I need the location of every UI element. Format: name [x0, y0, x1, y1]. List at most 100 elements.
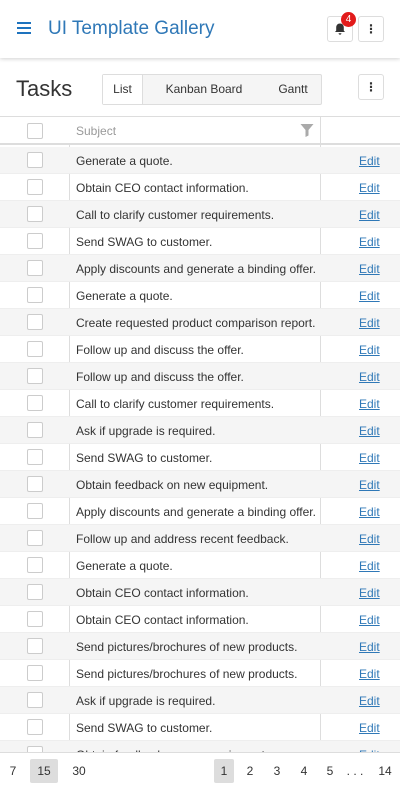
more-vertical-icon: ⋮ [365, 80, 377, 94]
subject-cell: Generate a quote. [76, 559, 173, 573]
row-checkbox[interactable] [27, 449, 43, 465]
row-checkbox[interactable] [27, 665, 43, 681]
edit-link[interactable]: Edit [359, 640, 380, 654]
table-row[interactable]: Create requested product comparison repo… [0, 309, 400, 336]
page-14-button[interactable]: 14 [374, 759, 396, 783]
table-row[interactable]: Ask if upgrade is required. Edit [0, 417, 400, 444]
subject-cell: Generate a quote. [76, 289, 173, 303]
row-checkbox[interactable] [27, 476, 43, 492]
row-checkbox[interactable] [27, 206, 43, 222]
subject-cell: Send pictures/brochures of new products. [76, 667, 298, 681]
edit-link[interactable]: Edit [359, 370, 380, 384]
edit-link[interactable]: Edit [359, 613, 380, 627]
row-checkbox[interactable] [27, 638, 43, 654]
subject-cell: Obtain CEO contact information. [76, 613, 249, 627]
table-row[interactable]: Send pictures/brochures of new products.… [0, 633, 400, 660]
edit-link[interactable]: Edit [359, 505, 380, 519]
more-vertical-icon: ⋮ [365, 22, 377, 36]
edit-link[interactable]: Edit [359, 343, 380, 357]
edit-link[interactable]: Edit [359, 397, 380, 411]
row-checkbox[interactable] [27, 152, 43, 168]
edit-link[interactable]: Edit [359, 721, 380, 735]
row-checkbox[interactable] [27, 341, 43, 357]
app-bar: UI Template Gallery 4 ⋮ [0, 0, 400, 58]
table-row[interactable]: Ask if upgrade is required. Edit [0, 687, 400, 714]
row-checkbox[interactable] [27, 503, 43, 519]
row-checkbox[interactable] [27, 395, 43, 411]
table-row[interactable]: Send SWAG to customer. Edit [0, 228, 400, 255]
edit-link[interactable]: Edit [359, 451, 380, 465]
table-row[interactable]: Send pictures/brochures of new products.… [0, 660, 400, 687]
row-checkbox[interactable] [27, 314, 43, 330]
edit-link[interactable]: Edit [359, 208, 380, 222]
more-options-button[interactable]: ⋮ [358, 16, 384, 42]
table-row[interactable]: Follow up and address recent feedback. Ed… [0, 525, 400, 552]
table-row[interactable]: Apply discounts and generate a binding o… [0, 498, 400, 525]
table-row[interactable]: Send SWAG to customer. Edit [0, 714, 400, 741]
subject-cell: Obtain feedback on new equipment. [76, 478, 269, 492]
row-checkbox[interactable] [27, 611, 43, 627]
subject-cell: Obtain CEO contact information. [76, 586, 249, 600]
edit-link[interactable]: Edit [359, 316, 380, 330]
row-checkbox[interactable] [27, 233, 43, 249]
table-row[interactable]: Call to clarify customer requirements. Ed… [0, 201, 400, 228]
page-4-button[interactable]: 4 [295, 759, 313, 783]
edit-link[interactable]: Edit [359, 181, 380, 195]
row-checkbox[interactable] [27, 179, 43, 195]
page-title: Tasks [16, 76, 73, 101]
edit-link[interactable]: Edit [359, 667, 380, 681]
row-checkbox[interactable] [27, 692, 43, 708]
page-5-button[interactable]: 5 [321, 759, 339, 783]
edit-link[interactable]: Edit [359, 235, 380, 249]
table-row[interactable]: Obtain feedback on new equipment. Edit [0, 471, 400, 498]
table-row[interactable]: Obtain CEO contact information. Edit [0, 606, 400, 633]
page-3-button[interactable]: 3 [268, 759, 286, 783]
subject-column-header[interactable]: Subject [76, 124, 116, 138]
edit-link[interactable]: Edit [359, 694, 380, 708]
subject-cell: Generate a quote. [76, 154, 173, 168]
edit-link[interactable]: Edit [359, 532, 380, 546]
tab-list[interactable]: List [103, 75, 143, 104]
table-row[interactable]: Apply discounts and generate a binding o… [0, 255, 400, 282]
row-checkbox[interactable] [27, 557, 43, 573]
toolbar-more-button[interactable]: ⋮ [358, 74, 384, 100]
row-checkbox[interactable] [27, 368, 43, 384]
table-row[interactable]: Generate a quote. Edit [0, 282, 400, 309]
row-checkbox[interactable] [27, 584, 43, 600]
table-row[interactable]: Follow up and discuss the offer. Edit [0, 363, 400, 390]
view-tabs: List Kanban Board Gantt [102, 74, 322, 105]
row-checkbox[interactable] [27, 530, 43, 546]
row-checkbox[interactable] [27, 260, 43, 276]
table-row[interactable]: Obtain CEO contact information. Edit [0, 579, 400, 606]
table-row[interactable]: Follow up and discuss the offer. Edit [0, 336, 400, 363]
edit-link[interactable]: Edit [359, 559, 380, 573]
edit-link[interactable]: Edit [359, 289, 380, 303]
page-size-15[interactable]: 15 [30, 759, 58, 783]
table-row[interactable]: Obtain CEO contact information. Edit [0, 174, 400, 201]
subject-cell: Send SWAG to customer. [76, 235, 213, 249]
page-size-7[interactable]: 7 [3, 759, 23, 783]
page-size-30[interactable]: 30 [66, 759, 92, 783]
edit-link[interactable]: Edit [359, 262, 380, 276]
hamburger-menu-icon[interactable] [17, 22, 31, 34]
page-2-button[interactable]: 2 [241, 759, 259, 783]
edit-link[interactable]: Edit [359, 586, 380, 600]
row-checkbox[interactable] [27, 287, 43, 303]
filter-icon[interactable] [300, 123, 314, 137]
page-1-button[interactable]: 1 [214, 759, 234, 783]
table-row[interactable]: Send SWAG to customer. Edit [0, 444, 400, 471]
table-row[interactable]: Generate a quote. Edit [0, 552, 400, 579]
row-checkbox[interactable] [27, 422, 43, 438]
notification-count-badge: 4 [341, 12, 356, 27]
edit-link[interactable]: Edit [359, 478, 380, 492]
table-row[interactable]: Call to clarify customer requirements. Ed… [0, 390, 400, 417]
subject-cell: Follow up and discuss the offer. [76, 343, 244, 357]
edit-link[interactable]: Edit [359, 154, 380, 168]
tab-kanban-board[interactable]: Kanban Board [143, 75, 265, 104]
table-row[interactable]: Obtain feedback on new equipment.Edit [0, 741, 400, 752]
edit-link[interactable]: Edit [359, 424, 380, 438]
row-checkbox[interactable] [27, 719, 43, 735]
select-all-checkbox[interactable] [27, 123, 43, 139]
table-row[interactable]: Generate a quote. Edit [0, 147, 400, 174]
tab-gantt[interactable]: Gantt [265, 75, 321, 104]
